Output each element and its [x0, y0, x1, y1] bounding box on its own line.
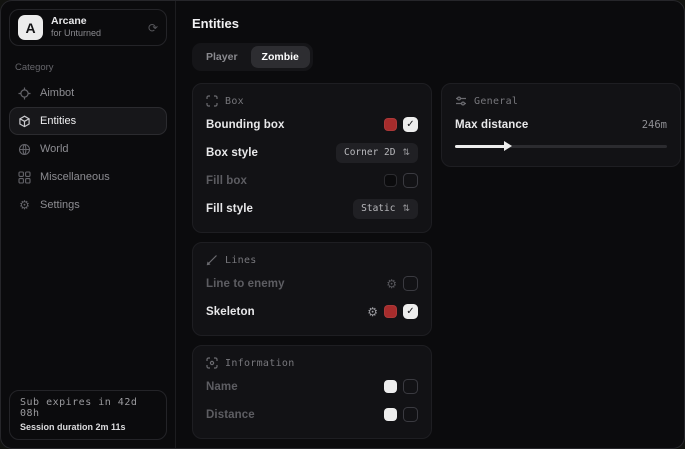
color-swatch[interactable] — [384, 118, 397, 131]
brand-subtitle: for Unturned — [51, 29, 140, 39]
color-swatch[interactable] — [384, 174, 397, 187]
slider-fill — [455, 145, 506, 148]
sidebar-item-label: World — [40, 143, 69, 155]
setting-label: Distance — [206, 409, 255, 421]
right-column: General Max distance 246m — [441, 83, 681, 167]
box-card: Box Bounding box ✓ Box style Corner 2D — [192, 83, 432, 233]
left-column: Box Bounding box ✓ Box style Corner 2D — [192, 83, 432, 439]
scan-eye-icon — [206, 357, 218, 369]
brand-name: Arcane — [51, 16, 140, 28]
card-title: General — [474, 96, 518, 107]
sidebar-item-label: Settings — [40, 199, 80, 211]
page-title: Entities — [192, 16, 681, 31]
lines-card-header: Lines — [206, 254, 418, 266]
max-distance-slider-row — [455, 139, 667, 153]
sidebar-item-aimbot[interactable]: Aimbot — [9, 79, 167, 107]
main-panel: Entities Player Zombie Box — [176, 1, 685, 448]
grid-icon — [18, 171, 31, 184]
refresh-icon[interactable]: ⟳ — [148, 21, 158, 35]
globe-icon — [18, 143, 31, 156]
entity-tabs: Player Zombie — [192, 43, 313, 71]
color-swatch[interactable] — [384, 408, 397, 421]
fill-style-dropdown[interactable]: Static ⇅ — [353, 199, 418, 219]
select-arrows-icon: ⇅ — [402, 204, 410, 213]
sidebar-item-label: Entities — [40, 115, 76, 127]
card-title: Information — [225, 358, 295, 369]
pencil-line-icon — [206, 254, 218, 266]
max-distance-slider[interactable] — [455, 139, 667, 153]
frame-corners-icon — [206, 95, 218, 107]
setting-row-max-distance: Max distance 246m — [455, 114, 667, 135]
max-distance-value: 246m — [642, 119, 667, 131]
entities-icon — [18, 115, 31, 128]
setting-row-bounding-box: Bounding box ✓ — [206, 114, 418, 135]
setting-row-fill-box: Fill box — [206, 170, 418, 191]
sidebar-nav: Aimbot Entities World — [9, 79, 167, 219]
session-duration-text: Session duration 2m 11s — [20, 422, 156, 432]
row-settings-gear-icon[interactable]: ⚙ — [367, 306, 378, 318]
setting-label: Bounding box — [206, 119, 285, 131]
tab-player[interactable]: Player — [195, 46, 249, 68]
dropdown-value: Static — [361, 203, 395, 214]
sidebar-item-miscellaneous[interactable]: Miscellaneous — [9, 163, 167, 191]
card-title: Lines — [225, 255, 257, 266]
general-card-header: General — [455, 95, 667, 107]
crosshair-icon — [18, 87, 31, 100]
brand-card: A Arcane for Unturned ⟳ — [9, 9, 167, 46]
sidebar-item-entities[interactable]: Entities — [9, 107, 167, 135]
sliders-icon — [455, 95, 467, 107]
subscription-box: Sub expires in 42d 08h Session duration … — [9, 390, 167, 440]
setting-label: Max distance — [455, 119, 528, 131]
arcane-window: A Arcane for Unturned ⟳ Category Aimbot — [0, 0, 685, 449]
setting-label: Fill box — [206, 175, 247, 187]
row-settings-gear-icon[interactable]: ⚙ — [386, 278, 397, 290]
setting-label: Skeleton — [206, 306, 255, 318]
card-title: Box — [225, 96, 244, 107]
setting-row-distance: Distance — [206, 404, 418, 425]
dropdown-value: Corner 2D — [344, 147, 395, 158]
brand-text: Arcane for Unturned — [51, 16, 140, 38]
setting-row-line-to-enemy: Line to enemy ⚙ — [206, 273, 418, 294]
box-style-dropdown[interactable]: Corner 2D ⇅ — [336, 143, 418, 163]
checkbox[interactable]: ✓ — [403, 304, 418, 319]
sub-expiry-text: Sub expires in 42d 08h — [20, 397, 156, 419]
gear-icon: ⚙ — [18, 199, 31, 212]
checkbox[interactable]: ✓ — [403, 117, 418, 132]
sidebar-item-label: Miscellaneous — [40, 171, 110, 183]
setting-row-skeleton: Skeleton ⚙ ✓ — [206, 301, 418, 322]
sidebar-item-world[interactable]: World — [9, 135, 167, 163]
setting-label: Name — [206, 381, 238, 393]
checkbox[interactable] — [403, 276, 418, 291]
setting-label: Box style — [206, 147, 258, 159]
sidebar-item-settings[interactable]: ⚙ Settings — [9, 191, 167, 219]
setting-row-fill-style: Fill style Static ⇅ — [206, 198, 418, 219]
lines-card: Lines Line to enemy ⚙ Skeleton ⚙ — [192, 242, 432, 336]
box-card-header: Box — [206, 95, 418, 107]
color-swatch[interactable] — [384, 305, 397, 318]
setting-label: Line to enemy — [206, 278, 285, 290]
sidebar: A Arcane for Unturned ⟳ Category Aimbot — [1, 1, 176, 448]
arcane-logo: A — [18, 15, 43, 40]
slider-thumb[interactable] — [504, 141, 512, 151]
color-swatch[interactable] — [384, 380, 397, 393]
content: Box Bounding box ✓ Box style Corner 2D — [192, 83, 681, 439]
checkbox[interactable] — [403, 173, 418, 188]
setting-label: Fill style — [206, 203, 253, 215]
information-card: Information Name Distance — [192, 345, 432, 439]
select-arrows-icon: ⇅ — [402, 148, 410, 157]
checkbox[interactable] — [403, 379, 418, 394]
sidebar-item-label: Aimbot — [40, 87, 74, 99]
checkbox[interactable] — [403, 407, 418, 422]
setting-row-box-style: Box style Corner 2D ⇅ — [206, 142, 418, 163]
category-label: Category — [15, 62, 163, 73]
tab-zombie[interactable]: Zombie — [251, 46, 310, 68]
general-card: General Max distance 246m — [441, 83, 681, 167]
setting-row-name: Name — [206, 376, 418, 397]
information-card-header: Information — [206, 357, 418, 369]
